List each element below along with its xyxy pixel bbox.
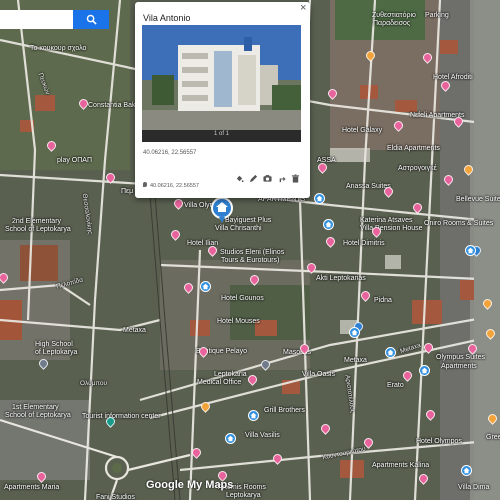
hotel-marker-icon[interactable] [385, 347, 396, 358]
place-photo-image [142, 25, 301, 130]
map-place-label[interactable]: Villa Pension House [360, 225, 423, 233]
map-place-label[interactable]: Akti Leptokarias [316, 275, 366, 283]
map-place-label[interactable]: Hotel Afroditi [433, 74, 473, 82]
map-place-label[interactable]: Hotel Mouses [217, 318, 260, 326]
map-place-label[interactable]: Apartments Maria [4, 484, 59, 492]
close-icon[interactable]: × [300, 2, 306, 14]
map-place-label[interactable]: play ΟΠΑΠ [57, 157, 92, 165]
map-place-label[interactable]: of Leptokarya [35, 349, 77, 357]
map-place-label[interactable]: Apartments Kalina [372, 462, 429, 470]
photo-counter: 1 of 1 [213, 131, 229, 137]
map-place-label[interactable]: Villa Dima [458, 484, 489, 492]
map-place-label[interactable]: Medical Office [197, 379, 241, 387]
hotel-marker-icon[interactable] [323, 219, 334, 230]
map-place-label[interactable]: Bellevue Suites [456, 196, 500, 204]
coordinates-footer: 40.06216, 22.56557 [143, 182, 199, 189]
hotel-marker-icon[interactable] [465, 245, 476, 256]
map-place-label[interactable]: Tours & Eurotours) [221, 257, 279, 265]
map-place-label[interactable]: Erato [387, 382, 404, 390]
selected-pin-icon [211, 197, 233, 223]
hotel-marker-icon[interactable] [314, 193, 325, 204]
map-place-label[interactable]: Metaxa [123, 327, 146, 335]
google-my-maps-logo: Google My Maps [146, 479, 234, 491]
map-place-label[interactable]: Hotel Gounos [221, 295, 264, 303]
map-place-label[interactable]: Olympus Suites [436, 354, 485, 362]
hotel-marker-icon[interactable] [248, 410, 259, 421]
hotel-marker-icon[interactable] [225, 433, 236, 444]
popup-toolbar [235, 174, 300, 183]
map-place-label[interactable]: Villa Oasis [302, 371, 335, 379]
map-place-label[interactable]: Το κουκουρ σχολο [30, 45, 86, 53]
map-place-label[interactable]: Grill Brothers [264, 407, 305, 415]
coordinates-footer-text: 40.06216, 22.56557 [150, 183, 199, 189]
map-place-label[interactable]: 2nd Elementary [12, 218, 61, 226]
map-place-label[interactable]: Tourist information center [82, 413, 161, 421]
map-place-label[interactable]: School of Leptokarya [5, 412, 71, 420]
map-place-label[interactable]: Villa Vasilis [245, 432, 280, 440]
selected-location-marker[interactable] [208, 196, 236, 224]
map-place-label[interactable]: Hotel Olympos [416, 438, 462, 446]
map-place-label[interactable]: Studios Eleni (Elinos [220, 249, 284, 257]
map-place-label[interactable]: Greek [486, 434, 500, 442]
map-place-label[interactable]: School of Leptokarya [5, 226, 71, 234]
map-place-label[interactable]: Katerina Atsaves [360, 217, 413, 225]
map-place-label[interactable]: High School [35, 341, 73, 349]
camera-icon[interactable] [263, 174, 272, 183]
map-place-label[interactable]: Metaxa [344, 357, 367, 365]
hotel-marker-icon[interactable] [461, 465, 472, 476]
delete-icon[interactable] [291, 174, 300, 183]
map-place-label[interactable]: Apartments [441, 363, 477, 371]
map-place-label[interactable]: Leptokarya [226, 492, 261, 500]
map-place-label[interactable]: Eldia Apartments [387, 145, 440, 153]
map-place-label[interactable]: Αστρογοιγκέ [398, 165, 437, 173]
map-place-label[interactable]: Fani Studios [96, 494, 135, 500]
street-name-label: Ολύμπου [80, 380, 108, 387]
search-button[interactable] [73, 10, 109, 29]
place-info-popup: Vila Antonio × 1 of 1 40.06216, 22.56557… [135, 2, 310, 198]
map-place-label[interactable]: Hotel Galaxy [342, 127, 382, 135]
map-place-label[interactable]: Παραδεισος [373, 20, 410, 28]
map-place-label[interactable]: Parking [425, 12, 449, 20]
map-place-label[interactable]: Hotel Dimitris [343, 240, 385, 248]
map-place-label[interactable]: Villa Chrisanthi [215, 225, 262, 233]
popup-title: Vila Antonio [143, 13, 191, 23]
map-place-label[interactable]: Oniro Rooms & Suites [424, 220, 493, 228]
hotel-marker-icon[interactable] [200, 281, 211, 292]
map-place-label[interactable]: Πεμ [121, 188, 133, 196]
map-place-label[interactable]: Ζυθεστιατόριο [372, 12, 416, 20]
edit-icon[interactable] [249, 174, 258, 183]
search-bar [0, 10, 109, 29]
hotel-marker-icon[interactable] [349, 327, 360, 338]
search-input[interactable] [0, 10, 73, 29]
place-photo[interactable]: 1 of 1 [142, 25, 301, 142]
coordinates-text: 40.06216, 22.56557 [143, 150, 197, 156]
map-place-label[interactable]: 1st Elementary [12, 404, 59, 412]
map-place-label[interactable]: Pidna [374, 297, 392, 305]
hotel-marker-icon[interactable] [419, 365, 430, 376]
location-pin-icon [143, 182, 147, 187]
paint-bucket-icon[interactable] [235, 174, 244, 183]
map-place-label[interactable]: Leptokaria [214, 371, 247, 379]
directions-icon[interactable] [277, 174, 286, 183]
search-icon [86, 14, 97, 25]
